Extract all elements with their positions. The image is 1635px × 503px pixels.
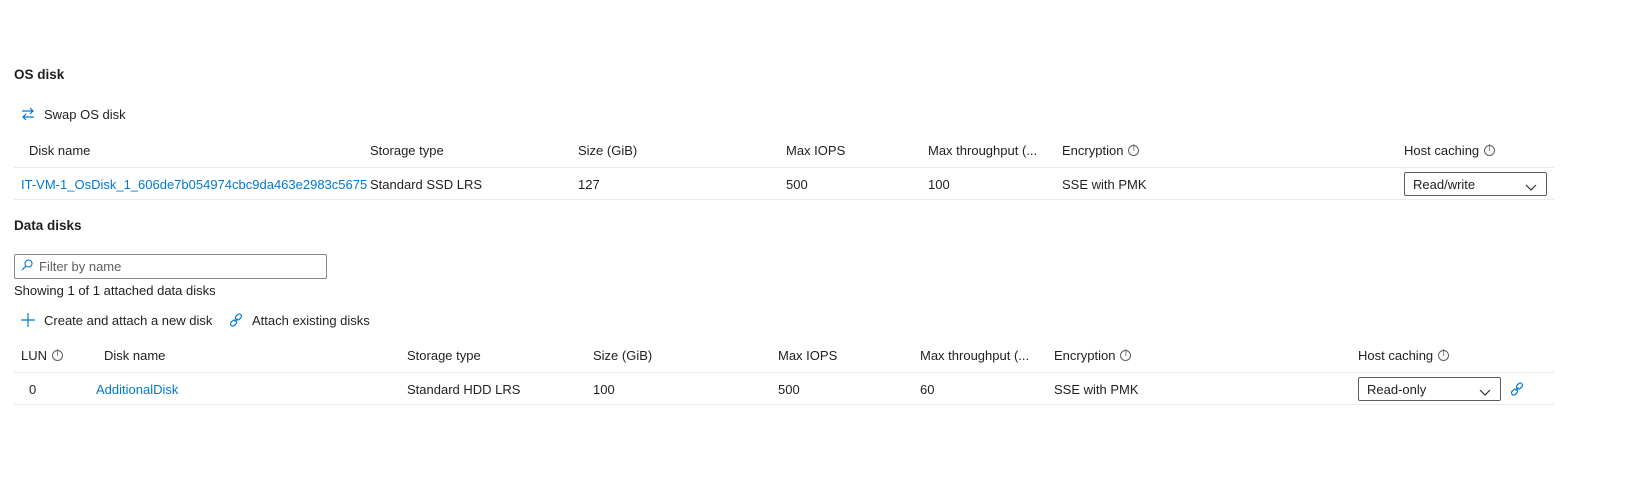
create-attach-disk-label: Create and attach a new disk	[44, 312, 213, 328]
info-icon[interactable]	[1484, 144, 1496, 156]
data-col-max-throughput: Max throughput (...	[920, 347, 1030, 363]
disks-page: OS disk Swap OS disk Disk name Storage t…	[0, 0, 1635, 503]
data-host-caching-dropdown[interactable]: Read-only	[1358, 377, 1501, 401]
os-col-size: Size (GiB)	[578, 142, 638, 158]
info-icon[interactable]	[1120, 349, 1132, 361]
data-disks-title: Data disks	[14, 218, 82, 233]
os-col-encryption: Encryption	[1062, 141, 1140, 159]
os-col-max-iops: Max IOPS	[786, 142, 846, 158]
os-host-caching-value: Read/write	[1413, 176, 1476, 192]
data-col-size: Size (GiB)	[593, 347, 653, 363]
data-lun: 0	[29, 381, 37, 397]
data-disk-name-link[interactable]: AdditionalDisk	[96, 380, 178, 398]
os-col-max-throughput: Max throughput (...	[928, 142, 1038, 158]
data-divider-bottom	[14, 404, 1554, 405]
filter-by-name-input[interactable]	[39, 259, 309, 274]
filter-box[interactable]	[14, 254, 327, 279]
chevron-down-icon	[1525, 180, 1537, 195]
plus-icon	[20, 312, 36, 328]
os-col-disk-name: Disk name	[29, 142, 91, 158]
chevron-down-icon	[1479, 385, 1491, 400]
data-storage-type: Standard HDD LRS	[407, 381, 521, 397]
os-max-iops: 500	[786, 176, 808, 192]
data-col-lun: LUN	[21, 346, 64, 364]
swap-os-disk-button[interactable]: Swap OS disk	[20, 102, 126, 126]
data-col-encryption: Encryption	[1054, 346, 1132, 364]
swap-icon	[20, 106, 36, 122]
data-col-storage-type: Storage type	[407, 347, 481, 363]
data-max-throughput: 60	[920, 381, 935, 397]
data-col-host-caching-label: Host caching	[1358, 347, 1434, 363]
os-disk-name-link[interactable]: IT-VM-1_OsDisk_1_606de7b054974cbc9da463e…	[21, 175, 367, 193]
data-divider-top	[14, 372, 1554, 373]
attach-existing-disks-button[interactable]: Attach existing disks	[228, 308, 370, 332]
os-storage-type: Standard SSD LRS	[370, 176, 483, 192]
search-icon	[21, 259, 33, 274]
showing-count-text: Showing 1 of 1 attached data disks	[14, 283, 216, 298]
os-host-caching-dropdown[interactable]: Read/write	[1404, 172, 1547, 196]
link-icon	[228, 312, 244, 328]
data-col-host-caching: Host caching	[1358, 346, 1450, 364]
os-col-host-caching: Host caching	[1404, 141, 1496, 159]
info-icon[interactable]	[1128, 144, 1140, 156]
data-col-max-iops: Max IOPS	[778, 347, 838, 363]
info-icon[interactable]	[1438, 349, 1450, 361]
os-disk-title: OS disk	[14, 67, 65, 82]
info-icon[interactable]	[52, 349, 64, 361]
data-col-disk-name: Disk name	[104, 347, 166, 363]
os-size: 127	[578, 176, 600, 192]
create-attach-disk-button[interactable]: Create and attach a new disk	[20, 308, 212, 332]
attach-existing-disks-label: Attach existing disks	[252, 312, 370, 328]
data-max-iops: 500	[778, 381, 800, 397]
os-max-throughput: 100	[928, 176, 950, 192]
data-col-encryption-label: Encryption	[1054, 347, 1116, 363]
detach-icon[interactable]	[1509, 380, 1525, 398]
data-host-caching-value: Read-only	[1367, 381, 1427, 397]
os-col-host-caching-label: Host caching	[1404, 142, 1480, 158]
os-col-encryption-label: Encryption	[1062, 142, 1124, 158]
swap-os-disk-label: Swap OS disk	[44, 106, 126, 122]
data-size: 100	[593, 381, 615, 397]
os-divider-bottom	[14, 199, 1554, 200]
data-col-lun-label: LUN	[21, 347, 48, 363]
os-divider-top	[14, 167, 1554, 168]
data-encryption: SSE with PMK	[1054, 381, 1139, 397]
os-encryption: SSE with PMK	[1062, 176, 1147, 192]
os-col-storage-type: Storage type	[370, 142, 444, 158]
